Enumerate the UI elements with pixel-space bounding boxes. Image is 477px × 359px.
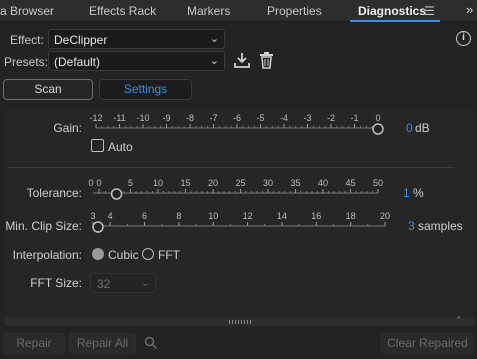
tick-label: 0 (96, 178, 101, 188)
gain-unit: dB (415, 121, 430, 135)
fft-size-value: 32 (97, 277, 111, 291)
effect-value: DeClipper (54, 33, 108, 47)
chevron-down-icon: ⌄ (209, 55, 219, 67)
tick-label: 50 (373, 178, 383, 188)
tick-label: 14 (277, 211, 287, 221)
collapse-caret-icon[interactable]: ⌃ (455, 315, 463, 326)
tab-diagnostics[interactable]: Diagnostics (358, 4, 426, 18)
panel-menu-icon[interactable]: ☰ (424, 4, 435, 18)
tick-label: -5 (256, 113, 264, 123)
auto-label: Auto (108, 140, 133, 154)
trash-icon[interactable] (259, 51, 274, 69)
repair-all-button[interactable]: Repair All (69, 333, 136, 354)
tick-label: -1 (350, 113, 358, 123)
chevron-down-icon: ⌄ (209, 33, 219, 45)
tolerance-unit: % (413, 186, 424, 200)
tick-label: -3 (303, 113, 311, 123)
tick-label: -10 (136, 113, 149, 123)
gain-slider[interactable]: -12 -11 -10 -9 -8 -7 -6 -5 -4 -3 -2 -1 0 (85, 112, 390, 138)
tolerance-slider[interactable]: 0 0 5 10 15 20 25 30 35 40 45 50 (85, 177, 390, 203)
tick-label: -11 (113, 113, 125, 123)
info-icon[interactable]: i (456, 31, 471, 46)
search-icon[interactable] (144, 336, 158, 350)
min-clip-size-value[interactable]: 3 (408, 219, 415, 233)
tick-label: 0 (375, 113, 380, 123)
tick-label: 30 (263, 178, 273, 188)
tick-label: -4 (280, 113, 288, 123)
min-clip-size-unit: samples (418, 219, 463, 233)
tick-label: 15 (180, 178, 190, 188)
tab-effects-rack[interactable]: Effects Rack (89, 4, 156, 18)
presets-dropdown[interactable]: (Default) ⌄ (48, 51, 225, 71)
tick-label: -8 (186, 113, 194, 123)
panel-tab-bar: a Browser Effects Rack Markers Propertie… (0, 0, 477, 22)
auto-checkbox[interactable] (91, 139, 104, 152)
tick-label: -2 (327, 113, 335, 123)
cubic-label: Cubic (108, 248, 139, 262)
tick-label: 12 (243, 211, 253, 221)
tab-markers[interactable]: Markers (187, 4, 230, 18)
tick-label: -7 (209, 113, 217, 123)
cubic-radio[interactable] (92, 248, 104, 260)
min-clip-size-label: Min. Clip Size: (5, 219, 82, 233)
scan-mode-button[interactable]: Scan (3, 79, 93, 100)
presets-value: (Default) (54, 55, 101, 69)
tick-label: 6 (142, 211, 147, 221)
repair-button[interactable]: Repair (3, 333, 65, 354)
section-divider (8, 167, 454, 168)
tick-label: -9 (162, 113, 170, 123)
tick-label: 20 (208, 178, 218, 188)
fft-size-label: FFT Size: (30, 276, 82, 290)
gain-value[interactable]: 0 (406, 121, 413, 135)
clear-repaired-button[interactable]: Clear Repaired (381, 333, 474, 354)
tick-label: 10 (208, 211, 218, 221)
save-preset-icon[interactable] (233, 52, 251, 69)
effect-dropdown[interactable]: DeClipper ⌄ (48, 29, 225, 49)
tick-label: 16 (311, 211, 321, 221)
tab-properties[interactable]: Properties (267, 4, 322, 18)
presets-label: Presets: (4, 55, 49, 69)
slider-handle[interactable] (110, 188, 123, 200)
tick-label: 35 (290, 178, 300, 188)
chevron-down-icon: ⌄ (140, 277, 150, 289)
tick-label: 5 (128, 178, 133, 188)
tolerance-value[interactable]: 1 (403, 186, 410, 200)
effect-label: Effect: (10, 33, 44, 47)
fft-radio[interactable] (142, 248, 154, 260)
fft-label: FFT (158, 248, 180, 262)
tick-label: 4 (108, 211, 113, 221)
settings-mode-button[interactable]: Settings (99, 79, 192, 100)
tick-label: 18 (346, 211, 356, 221)
tick-label: -12 (89, 113, 102, 123)
tick-label: 40 (318, 178, 328, 188)
tick-label: 20 (380, 211, 390, 221)
fft-size-dropdown: 32 ⌄ (90, 273, 156, 293)
active-tab-indicator (350, 20, 440, 22)
tick-label: 8 (176, 211, 181, 221)
tab-media-browser[interactable]: a Browser (0, 4, 54, 18)
gain-label: Gain: (53, 121, 82, 135)
tick-label: 10 (153, 178, 163, 188)
tick-label: 45 (345, 178, 355, 188)
resize-grip-icon[interactable] (229, 320, 253, 324)
interpolation-label: Interpolation: (12, 248, 82, 262)
tick-label: 0 (88, 178, 93, 188)
slider-handle[interactable] (92, 221, 104, 233)
min-clip-size-slider[interactable]: 3 4 6 8 10 12 14 16 18 20 (85, 210, 395, 236)
tick-label: 3 (90, 211, 95, 221)
slider-handle[interactable] (372, 123, 384, 135)
tolerance-label: Tolerance: (26, 186, 82, 200)
tick-label: 25 (235, 178, 245, 188)
tick-label: -6 (233, 113, 241, 123)
tab-overflow-icon[interactable]: » (466, 2, 473, 17)
